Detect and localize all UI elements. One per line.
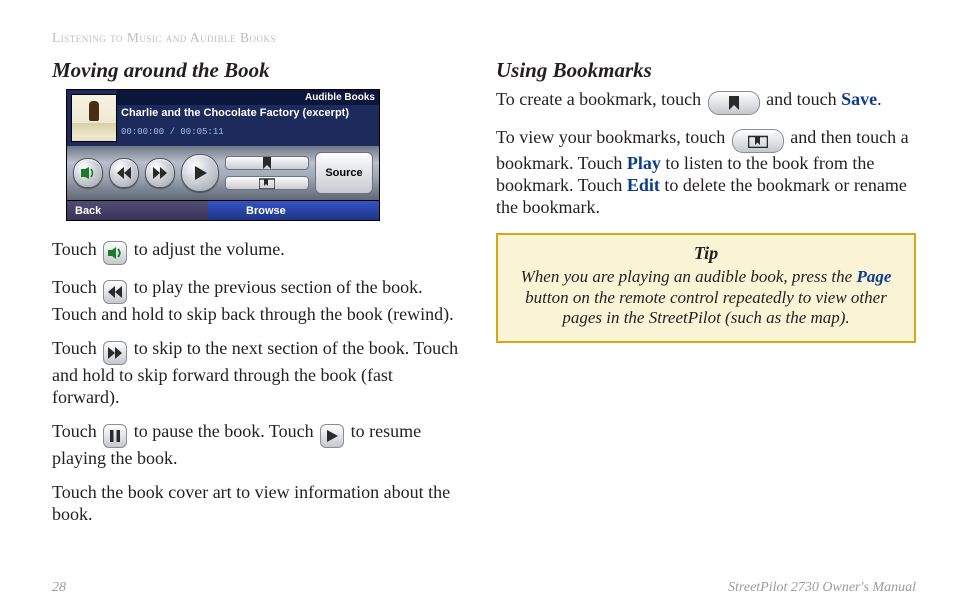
text: button on the remote control repeatedly …: [525, 288, 887, 328]
bookmark-list-button[interactable]: [225, 176, 309, 190]
volume-button[interactable]: [73, 158, 103, 188]
play-icon: [320, 424, 344, 448]
text: to pause the book. Touch: [134, 421, 318, 441]
text: .: [877, 89, 882, 109]
prev-button[interactable]: [109, 158, 139, 188]
back-button[interactable]: Back: [67, 200, 208, 220]
cover-art[interactable]: [71, 94, 117, 142]
playback-time: 00:00:00 / 00:05:11: [121, 127, 375, 137]
text: Touch: [52, 338, 101, 358]
play-button[interactable]: [181, 154, 219, 192]
heading-moving-around: Moving around the Book: [52, 58, 462, 83]
text: and touch: [766, 89, 841, 109]
source-button[interactable]: Source: [315, 152, 373, 194]
running-head: Listening to Music and Audible Books: [52, 30, 916, 46]
para-prev: Touch to play the previous section of th…: [52, 277, 462, 326]
para-next: Touch to skip to the next section of the…: [52, 338, 462, 409]
pause-icon: [103, 424, 127, 448]
next-button[interactable]: [145, 158, 175, 188]
text: Touch: [52, 277, 101, 297]
text: to adjust the volume.: [134, 239, 285, 259]
tip-box: Tip When you are playing an audible book…: [496, 233, 916, 343]
para-volume: Touch to adjust the volume.: [52, 239, 462, 265]
kw-play: Play: [627, 153, 661, 173]
para-view-bookmarks: To view your bookmarks, touch and then t…: [496, 127, 916, 219]
text: When you are playing an audible book, pr…: [521, 267, 857, 286]
book-title: Charlie and the Chocolate Factory (excer…: [121, 107, 375, 119]
rewind-icon: [103, 280, 127, 304]
tip-title: Tip: [514, 243, 898, 265]
bookmark-list-icon: [732, 129, 784, 153]
manual-title: StreetPilot 2730 Owner's Manual: [728, 580, 916, 596]
kw-save: Save: [841, 89, 877, 109]
page-number: 28: [52, 580, 66, 596]
bookmark-add-button[interactable]: [225, 156, 309, 170]
bookmark-add-icon: [708, 91, 760, 115]
kw-edit: Edit: [627, 175, 660, 195]
text: To create a bookmark, touch: [496, 89, 706, 109]
device-screenshot: Audible Books Charlie and the Chocolate …: [66, 89, 380, 221]
heading-bookmarks: Using Bookmarks: [496, 58, 916, 83]
kw-page: Page: [856, 267, 891, 286]
volume-icon: [103, 241, 127, 265]
para-create-bookmark: To create a bookmark, touch and touch Sa…: [496, 89, 916, 115]
para-pause-play: Touch to pause the book. Touch to resume…: [52, 421, 462, 470]
device-header-bar: Audible Books: [117, 90, 379, 105]
para-cover-art: Touch the book cover art to view informa…: [52, 482, 462, 526]
text: Touch: [52, 421, 101, 441]
text: To view your bookmarks, touch: [496, 127, 730, 147]
text: Touch: [52, 239, 101, 259]
browse-button[interactable]: Browse: [208, 200, 379, 220]
fastforward-icon: [103, 341, 127, 365]
